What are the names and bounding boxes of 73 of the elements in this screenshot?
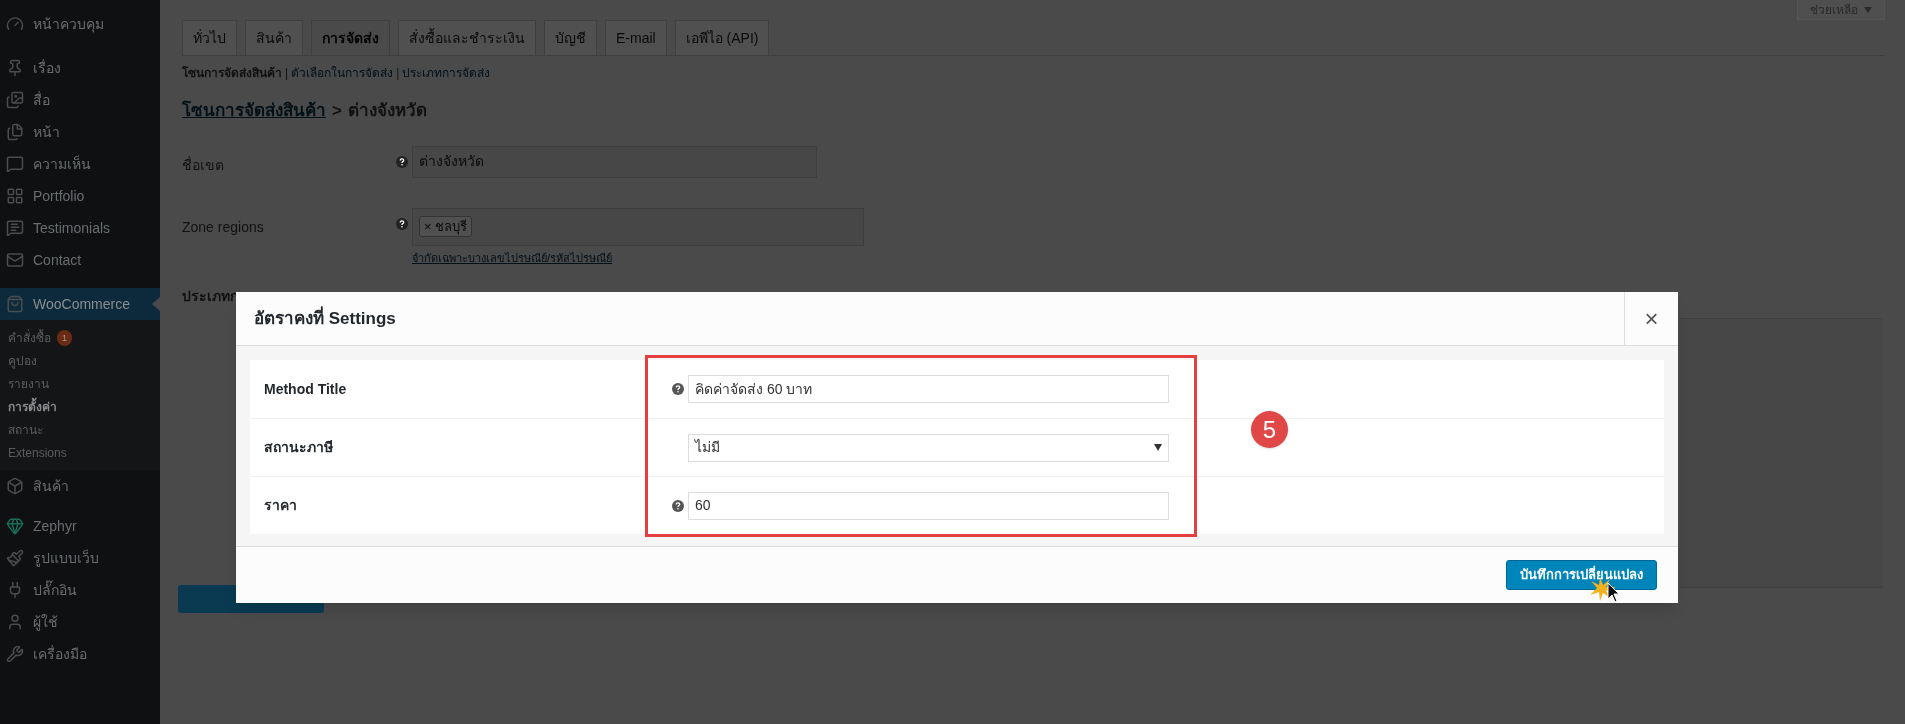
help-icon	[672, 499, 684, 512]
wrench-icon	[6, 645, 24, 663]
postcode-link[interactable]: จำกัดเฉพาะบางเลขไปรษณีย์/รหัสไปรษณีย์	[412, 249, 864, 266]
sidebar-item[interactable]: ปลั๊กอิน	[0, 574, 160, 606]
sidebar-item[interactable]: สื่อ	[0, 84, 160, 116]
gem-icon	[6, 517, 24, 535]
comment-icon	[6, 219, 24, 237]
settings-tab[interactable]: การจัดส่ง	[311, 20, 390, 55]
help-icon	[396, 155, 408, 168]
subnav-link[interactable]: ตัวเลือกในการจัดส่ง	[291, 64, 394, 82]
grid-icon	[6, 187, 24, 205]
separator: |	[285, 65, 289, 82]
field-label: ราคา	[263, 496, 298, 515]
field-label: Zone regions	[182, 217, 265, 237]
submenu-item[interactable]: คูปอง	[0, 349, 160, 372]
sidebar-item[interactable]: สินค้า	[0, 470, 160, 502]
subnav-link[interactable]: ประเภทการจัดส่ง	[402, 64, 491, 82]
sidebar-item[interactable]: Zephyr	[0, 510, 160, 542]
sidebar-item[interactable]: ผู้ใช้	[0, 606, 160, 638]
field-label: สถานะภาษี	[263, 438, 334, 457]
images-icon	[6, 91, 24, 109]
remove-tag-button[interactable]: ×	[424, 216, 432, 237]
submenu-item[interactable]: Extensions	[0, 441, 160, 464]
help-icon	[396, 217, 408, 230]
text-field[interactable]: 60	[688, 491, 1169, 520]
count-badge: 1	[57, 329, 72, 346]
caret-icon	[1154, 444, 1162, 451]
text-field[interactable]: ต่างจังหวัด	[412, 145, 817, 178]
speech-bubble-icon	[6, 155, 24, 173]
subnav-link[interactable]: โซนการจัดส่งสินค้า	[182, 64, 282, 82]
pages-icon	[6, 123, 24, 141]
settings-tab[interactable]: สินค้า	[245, 20, 303, 55]
field-label: ชื่อเขต	[182, 155, 225, 175]
breadcrumb-link[interactable]: โซนการจัดส่งสินค้า	[182, 98, 326, 124]
submenu-item[interactable]: สถานะ	[0, 418, 160, 441]
separator: |	[396, 65, 400, 82]
sidebar-item[interactable]: รูปแบบเว็บ	[0, 542, 160, 574]
save-changes-button[interactable]: บันทึกการเปลี่ยนแปลง	[1506, 560, 1657, 590]
sidebar-item[interactable]: WooCommerce	[0, 288, 160, 320]
settings-tab[interactable]: E-mail	[605, 20, 667, 55]
sidebar-item[interactable]: หน้า	[0, 116, 160, 148]
caret-icon	[1864, 6, 1872, 13]
region-tag: × ชลบุรี	[419, 215, 472, 238]
brush-icon	[6, 549, 24, 567]
bag-icon	[6, 295, 24, 313]
breadcrumb-current: ต่างจังหวัด	[347, 100, 427, 122]
gauge-icon	[6, 15, 24, 33]
submenu-item[interactable]: รายงาน	[0, 372, 160, 395]
field-label: Method Title	[263, 379, 348, 399]
settings-tab[interactable]: ทั่วไป	[182, 20, 237, 55]
sidebar-item[interactable]: Portfolio	[0, 180, 160, 212]
sidebar-item[interactable]: Testimonials	[0, 212, 160, 244]
pin-icon	[6, 59, 24, 77]
person-icon	[6, 613, 24, 631]
submenu-item[interactable]: คำสั่งซื้อ 1	[0, 326, 160, 349]
submenu-item[interactable]: การตั้งค่า	[0, 395, 160, 418]
select-field[interactable]: ไม่มี	[688, 433, 1169, 462]
close-button[interactable]: ×	[1624, 292, 1678, 345]
sidebar-item[interactable]: หน้าควบคุม	[0, 8, 160, 40]
settings-tab[interactable]: บัญชี	[544, 20, 597, 55]
settings-tab[interactable]: เอพีไอ (API)	[674, 20, 770, 55]
breadcrumb-separator: >	[332, 100, 342, 122]
dialog-title: อัตราคงที่ Settings	[253, 305, 397, 330]
envelope-icon	[6, 251, 24, 269]
text-field[interactable]: คิดค่าจัดส่ง 60 บาท	[688, 375, 1169, 403]
box-icon	[6, 477, 24, 495]
sidebar-item[interactable]: เรื่อง	[0, 52, 160, 84]
tags-field[interactable]: × ชลบุรี	[412, 207, 864, 246]
settings-tab[interactable]: สั่งซื้อและชำระเงิน	[398, 20, 536, 55]
sidebar-item[interactable]: เครื่องมือ	[0, 638, 160, 670]
sidebar-item[interactable]: ความเห็น	[0, 148, 160, 180]
help-icon	[672, 383, 684, 395]
sidebar-item[interactable]: Contact	[0, 244, 160, 276]
